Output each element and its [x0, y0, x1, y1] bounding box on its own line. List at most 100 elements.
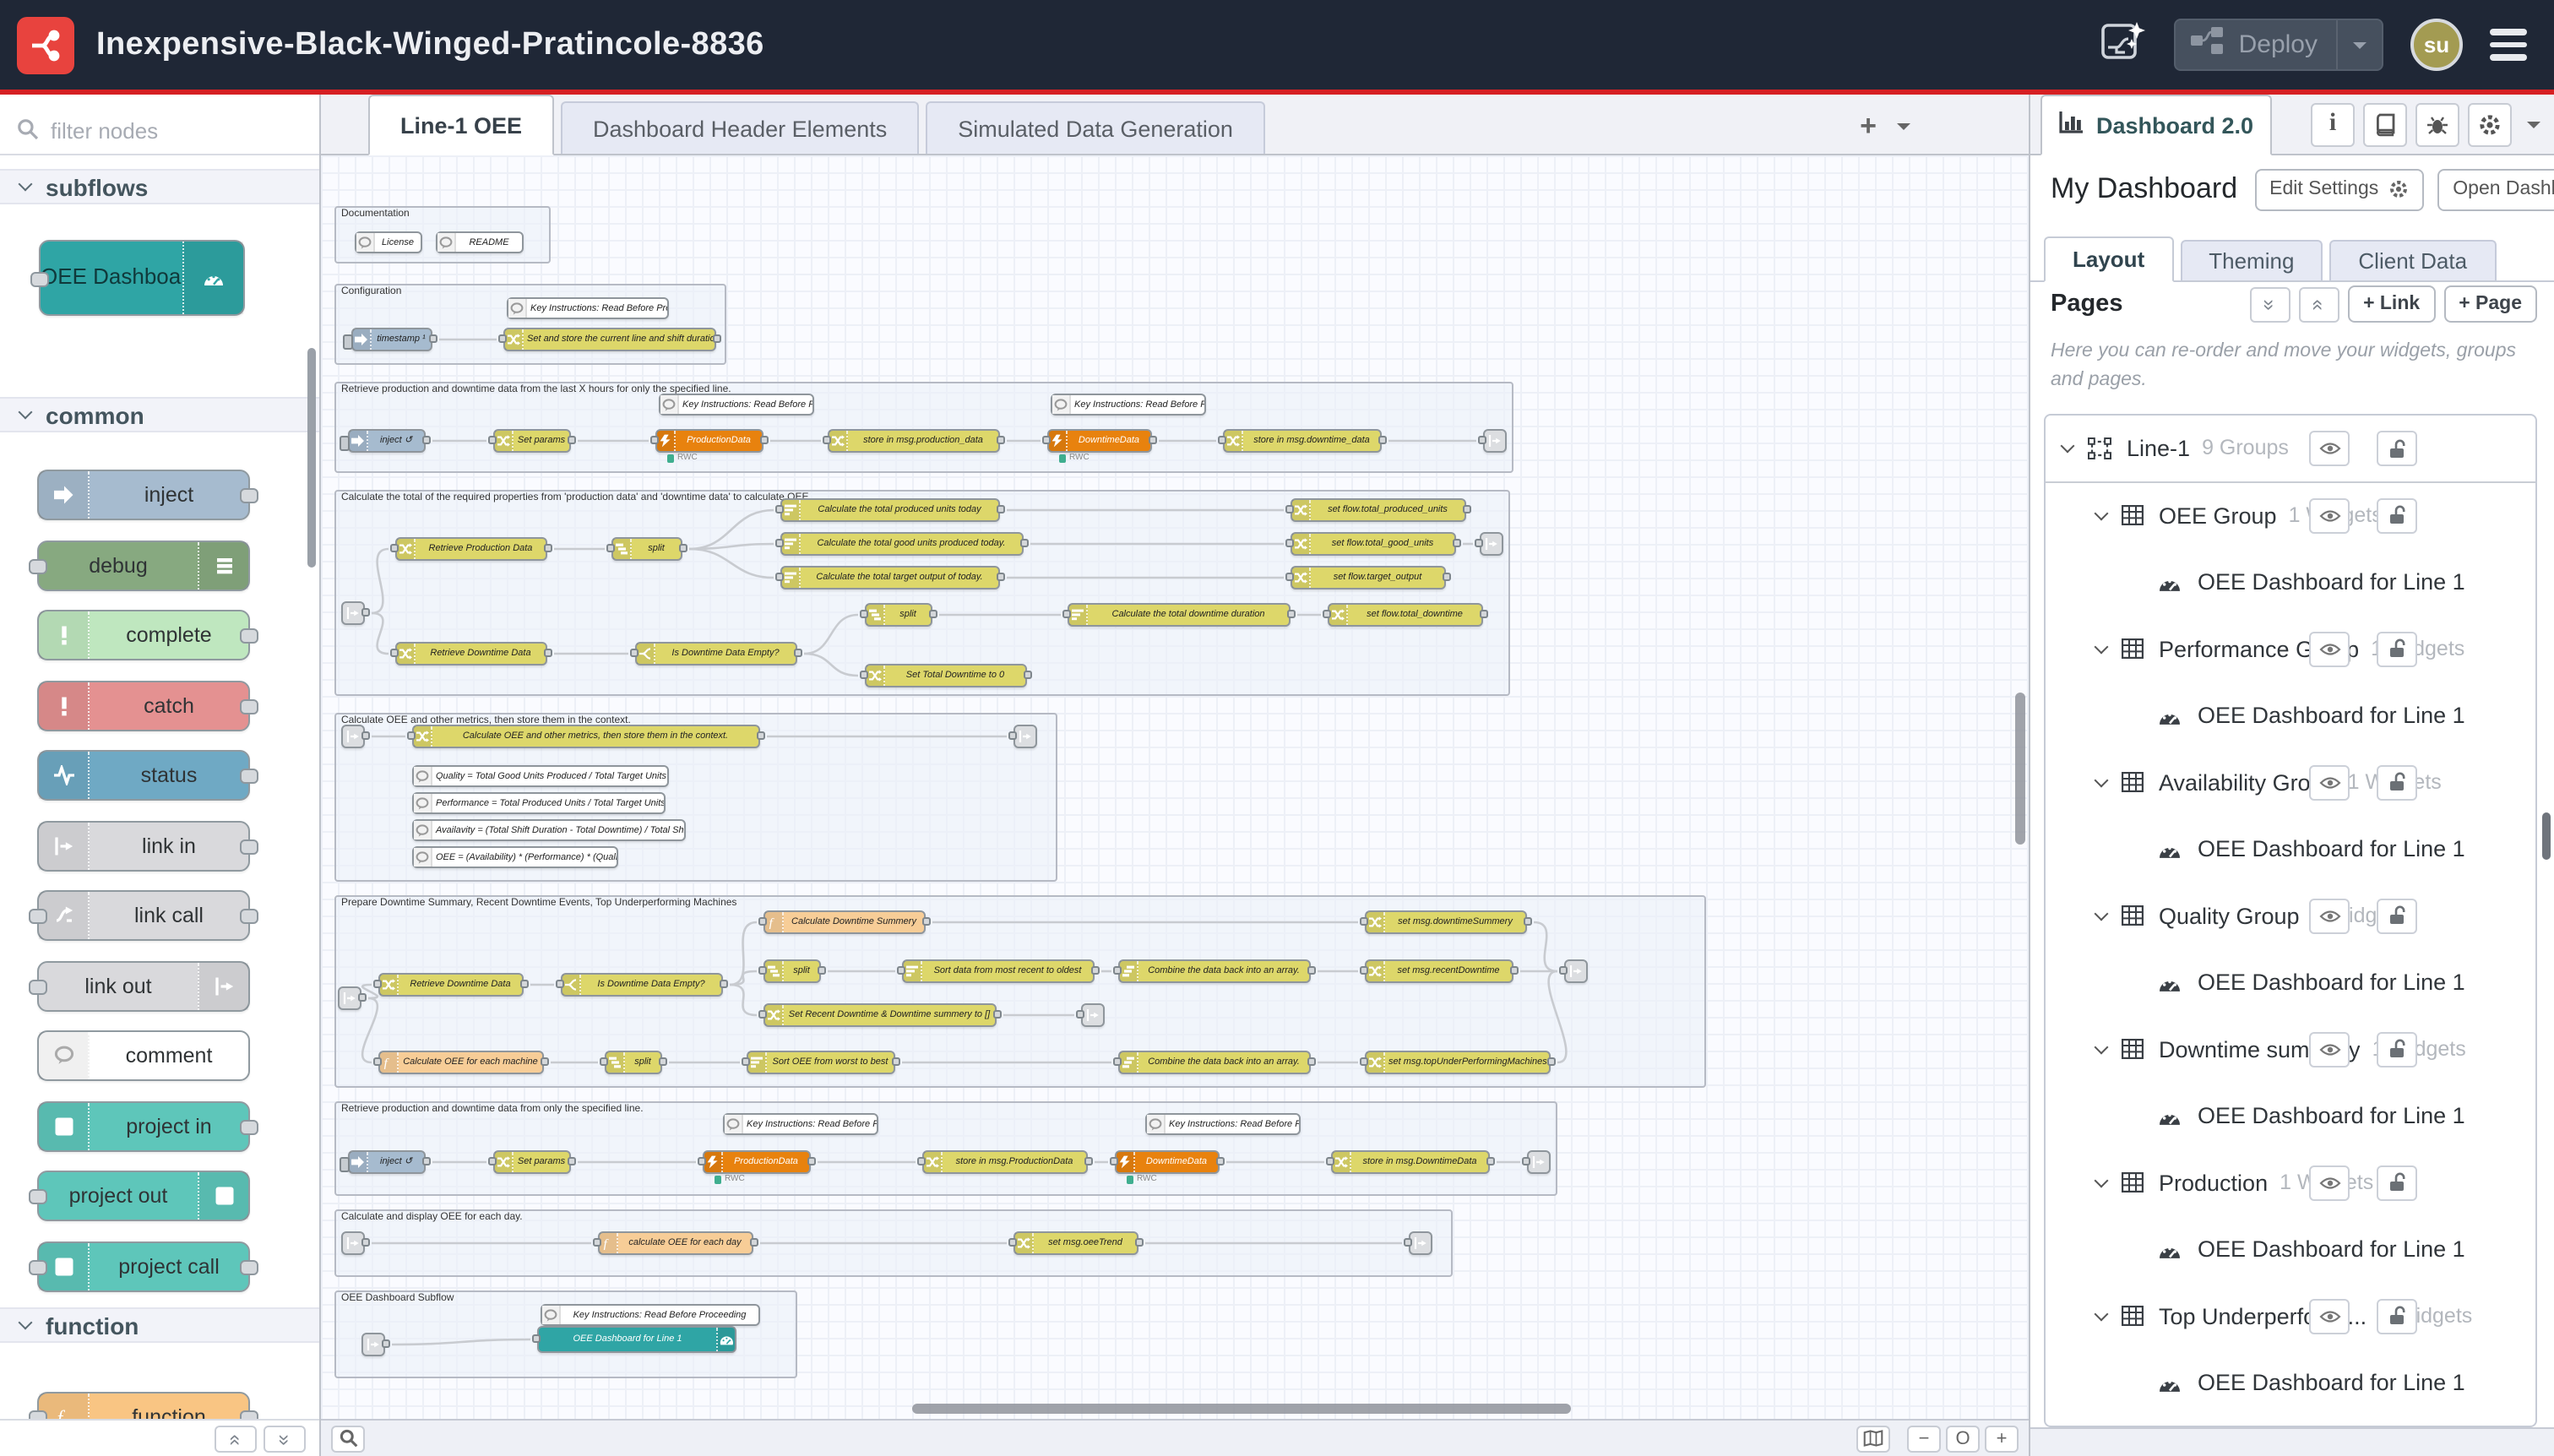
flow-node-j2[interactable]: Combine the data back into an array. [1118, 1051, 1311, 1074]
comment-node[interactable]: License [355, 231, 422, 253]
palette-scrollbar[interactable] [307, 348, 316, 568]
node-output-port[interactable] [1510, 965, 1519, 974]
flow-node-s4[interactable]: store in msg.DowntimeData [1331, 1150, 1490, 1174]
flow-node-lo5[interactable] [1081, 1003, 1105, 1027]
node-output-port[interactable] [794, 648, 802, 656]
node-output-port[interactable] [929, 609, 937, 617]
node-output-port[interactable] [361, 731, 370, 739]
node-output-port[interactable] [892, 1057, 900, 1065]
flow-node-lo4[interactable] [1564, 959, 1588, 983]
node-output-port[interactable] [544, 543, 552, 551]
flow-node-li5[interactable] [361, 1333, 385, 1356]
node-input-port[interactable] [650, 435, 659, 443]
debug-bug-button[interactable] [2415, 102, 2459, 146]
node-output-port[interactable] [358, 992, 367, 1001]
node-output-port[interactable] [422, 435, 431, 443]
node-input-port[interactable] [1360, 916, 1368, 925]
node-output-port[interactable] [568, 435, 576, 443]
node-input-port[interactable] [1042, 435, 1051, 443]
tree-widget-row[interactable]: OEE Dashboard for Line 1 [2046, 949, 2535, 1016]
node-output-port[interactable] [1443, 572, 1451, 580]
flow-node-f3[interactable]: Calculate the total target output of tod… [780, 566, 1000, 589]
flow-list-caret[interactable] [1897, 123, 1910, 137]
node-output-port[interactable] [757, 731, 765, 739]
sidebar-tabs-caret[interactable] [2527, 121, 2540, 134]
zoom-reset-button[interactable]: O [1946, 1425, 1980, 1452]
node-input-port[interactable] [498, 334, 507, 342]
flow-node-s3[interactable]: store in msg.ProductionData [922, 1150, 1088, 1174]
unlock-button[interactable] [2377, 1165, 2417, 1200]
unlock-button[interactable] [2377, 1031, 2417, 1067]
node-input-port[interactable] [29, 909, 47, 924]
node-input-port[interactable] [1326, 1156, 1334, 1165]
palette-node-debug[interactable]: debug [37, 540, 250, 590]
node-input-port[interactable] [1285, 538, 1294, 546]
inject-button[interactable] [343, 334, 353, 349]
tree-group-row[interactable]: Performance Group1 Widgets [2046, 616, 2535, 682]
unlock-button[interactable] [2377, 497, 2417, 533]
visibility-eye-button[interactable] [2309, 898, 2350, 933]
palette-node-comment[interactable]: comment [37, 1030, 250, 1081]
tree-widget-row[interactable]: OEE Dashboard for Line 1 [2046, 549, 2535, 616]
node-output-port[interactable] [993, 1009, 1002, 1018]
canvas-horizontal-scrollbar[interactable] [912, 1404, 1571, 1414]
expand-all-button[interactable]: « [2299, 286, 2339, 322]
flow-node-d4[interactable]: DowntimeDataRWC [1115, 1150, 1220, 1174]
node-input-port[interactable] [1522, 1156, 1530, 1165]
node-output-port[interactable] [1287, 609, 1296, 617]
flow-node-j1[interactable]: Combine the data back into an array. [1118, 959, 1311, 983]
node-output-port[interactable] [240, 488, 258, 503]
canvas-vertical-scrollbar[interactable] [2015, 693, 2025, 845]
flow-node-sf1[interactable]: OEE Dashboard for Line 1 [537, 1326, 736, 1353]
flow-node-lo1[interactable] [1483, 429, 1507, 453]
comment-node[interactable]: Performance = Total Produced Units / Tot… [412, 792, 666, 814]
node-input-port[interactable] [698, 1156, 706, 1165]
node-input-port[interactable] [917, 1156, 926, 1165]
comment-node[interactable]: Key Instructions: Read Before Proceeding [507, 297, 669, 319]
node-output-port[interactable] [240, 839, 258, 854]
node-input-port[interactable] [1360, 965, 1368, 974]
node-input-port[interactable] [556, 979, 564, 987]
node-output-port[interactable] [1378, 435, 1387, 443]
node-input-port[interactable] [1478, 435, 1486, 443]
palette-search[interactable]: filter nodes [0, 108, 319, 155]
node-input-port[interactable] [860, 670, 868, 678]
node-output-port[interactable] [1453, 538, 1461, 546]
comment-node[interactable]: Key Instructions: Read Before Proceeding [541, 1304, 760, 1326]
node-output-port[interactable] [422, 1156, 431, 1165]
tab-dashboard-2[interactable]: Dashboard 2.0 [2040, 95, 2272, 155]
visibility-eye-button[interactable] [2309, 497, 2350, 533]
flow-node-lo6[interactable] [1527, 1150, 1551, 1174]
node-output-port[interactable] [659, 1057, 667, 1065]
node-output-port[interactable] [520, 979, 529, 987]
visibility-eye-button[interactable] [2309, 631, 2350, 666]
tree-widget-row[interactable]: OEE Dashboard for Line 1 [2046, 1216, 2535, 1283]
flow-node-r3[interactable]: Retrieve Downtime Data [378, 973, 524, 997]
node-output-port[interactable] [240, 1119, 258, 1134]
unlock-button[interactable] [2377, 898, 2417, 933]
chevron-down-icon[interactable] [2095, 1307, 2109, 1321]
node-output-port[interactable] [361, 1237, 370, 1246]
node-output-port[interactable] [240, 909, 258, 924]
palette-section-common[interactable]: common [0, 397, 319, 432]
node-output-port[interactable] [429, 334, 437, 342]
visibility-eye-button[interactable] [2309, 1165, 2350, 1200]
palette-node-status[interactable]: status [37, 750, 250, 801]
flow-node-sp2[interactable]: split [865, 603, 932, 627]
node-input-port[interactable] [1110, 1156, 1118, 1165]
node-input-port[interactable] [29, 979, 47, 994]
help-book-button[interactable] [2363, 102, 2407, 146]
chevron-down-icon[interactable] [2095, 906, 2109, 921]
comment-node[interactable]: Key Instructions: Read Before Proceeding [723, 1113, 878, 1135]
tree-widget-row[interactable]: OEE Dashboard for Line 1 [2046, 1350, 2535, 1416]
add-page-button[interactable]: + Page [2443, 285, 2537, 323]
flow-node-st1[interactable]: set flow.total_produced_units [1291, 498, 1466, 522]
sidebar-scrollbar[interactable] [2542, 812, 2551, 860]
zoom-in-button[interactable]: + [1985, 1425, 2019, 1452]
node-output-port[interactable] [1307, 965, 1316, 974]
node-output-port[interactable] [1084, 1156, 1093, 1165]
tree-widget-row[interactable]: OEE Dashboard for Line 1 [2046, 816, 2535, 883]
flow-node-p1[interactable]: Set params [493, 429, 571, 453]
flow-canvas[interactable]: DocumentationConfigurationRetrieve produ… [321, 155, 2029, 1419]
node-output-port[interactable] [1547, 1057, 1556, 1065]
